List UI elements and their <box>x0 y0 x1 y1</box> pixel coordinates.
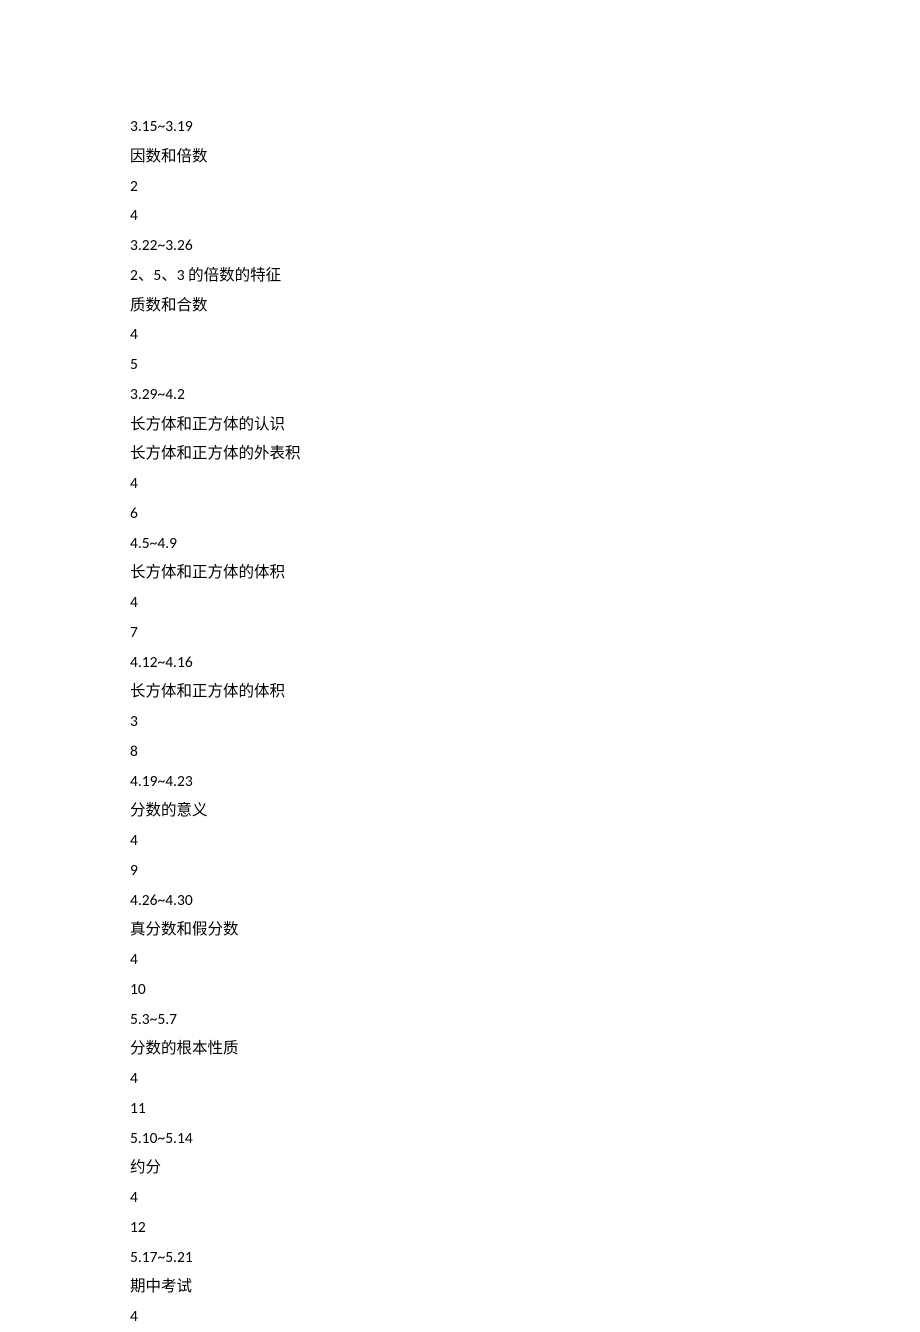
text-line: 6 <box>130 499 920 529</box>
text-line: 约分 <box>130 1153 920 1183</box>
text-line: 4.5~4.9 <box>130 529 920 559</box>
text-line: 4 <box>130 201 920 231</box>
text-line: 4 <box>130 1302 920 1332</box>
text-line: 4.19~4.23 <box>130 767 920 797</box>
text-line: 4 <box>130 826 920 856</box>
text-line: 长方体和正方体的体积 <box>130 558 920 588</box>
text-line: 7 <box>130 618 920 648</box>
text-line: 4 <box>130 945 920 975</box>
text-line: 4 <box>130 469 920 499</box>
text-line: 分数的根本性质 <box>130 1034 920 1064</box>
text-line: 期中考试 <box>130 1272 920 1302</box>
text-line: 3.29~4.2 <box>130 380 920 410</box>
text-line: 12 <box>130 1213 920 1243</box>
text-line: 长方体和正方体的认识 <box>130 410 920 440</box>
text-line: 4 <box>130 1183 920 1213</box>
text-line: 真分数和假分数 <box>130 915 920 945</box>
document-page: 3.15~3.19 因数和倍数 2 4 3.22~3.26 2、5、3 的倍数的… <box>0 0 920 1332</box>
text-line: 因数和倍数 <box>130 142 920 172</box>
text-line: 4 <box>130 588 920 618</box>
text-line: 质数和合数 <box>130 291 920 321</box>
text-line: 9 <box>130 856 920 886</box>
text-line: 3 <box>130 707 920 737</box>
text-line: 2、5、3 的倍数的特征 <box>130 261 920 291</box>
text-line: 10 <box>130 975 920 1005</box>
text-line: 5.3~5.7 <box>130 1005 920 1035</box>
text-line: 长方体和正方体的体积 <box>130 677 920 707</box>
text-line: 4.12~4.16 <box>130 648 920 678</box>
text-line: 4 <box>130 1064 920 1094</box>
text-line: 5.10~5.14 <box>130 1124 920 1154</box>
text-line: 2 <box>130 172 920 202</box>
text-line: 4 <box>130 320 920 350</box>
text-line: 8 <box>130 737 920 767</box>
text-line: 3.22~3.26 <box>130 231 920 261</box>
text-line: 分数的意义 <box>130 796 920 826</box>
text-line: 长方体和正方体的外表积 <box>130 439 920 469</box>
text-line: 5 <box>130 350 920 380</box>
text-line: 3.15~3.19 <box>130 112 920 142</box>
text-line: 5.17~5.21 <box>130 1243 920 1273</box>
text-line: 4.26~4.30 <box>130 886 920 916</box>
text-line: 11 <box>130 1094 920 1124</box>
